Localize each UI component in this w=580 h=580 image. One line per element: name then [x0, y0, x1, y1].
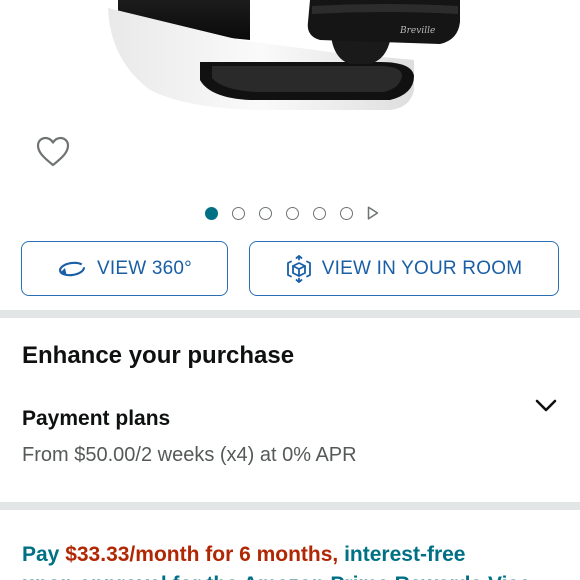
payment-plans-row[interactable]: Payment plans From $50.00/2 weeks (x4) a… — [0, 398, 580, 478]
video-play-icon[interactable] — [367, 206, 379, 220]
carousel-dot-5[interactable] — [313, 206, 326, 220]
view-in-your-room-label: VIEW IN YOUR ROOM — [321, 257, 523, 279]
promo-line-1: Pay $33.33/month for 6 months, interest-… — [22, 540, 580, 570]
view-360-button[interactable]: VIEW 360° — [21, 241, 228, 296]
view-in-your-room-button[interactable]: VIEW IN YOUR ROOM — [249, 241, 559, 296]
prime-visa-promo[interactable]: Pay $33.33/month for 6 months, interest-… — [22, 540, 580, 580]
view-360-label: VIEW 360° — [97, 257, 192, 279]
section-divider — [0, 310, 580, 318]
carousel-dot-2[interactable] — [232, 206, 245, 220]
carousel-dot-6[interactable] — [340, 206, 353, 220]
payment-plans-subtitle: From $50.00/2 weeks (x4) at 0% APR — [22, 444, 357, 466]
product-image-area[interactable]: Breville — [0, 0, 580, 196]
carousel-dot-1[interactable] — [205, 206, 218, 220]
promo-prefix: Pay — [22, 543, 66, 566]
enhance-purchase-heading: Enhance your purchase — [22, 342, 295, 369]
ar-cube-icon — [286, 254, 311, 283]
carousel-indicator — [0, 203, 580, 223]
rotate-360-icon — [59, 261, 86, 276]
promo-suffix: interest-free — [338, 543, 466, 566]
promo-line-2: upon approval for the Amazon Prime Rewar… — [22, 570, 580, 580]
brand-logo-text: Breville — [399, 26, 435, 36]
payment-plans-title: Payment plans — [22, 407, 171, 430]
heart-outline-icon[interactable] — [35, 134, 71, 170]
chevron-down-icon[interactable] — [534, 398, 558, 414]
carousel-dot-4[interactable] — [286, 206, 299, 220]
section-divider — [0, 502, 580, 510]
coffee-machine-image: Breville — [108, 0, 460, 110]
carousel-dot-3[interactable] — [259, 206, 272, 220]
promo-price: $33.33/month for 6 months, — [65, 543, 339, 566]
